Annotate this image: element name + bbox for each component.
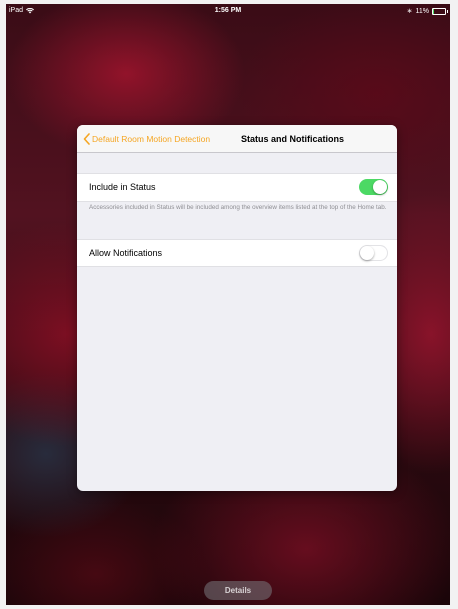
details-button[interactable]: Details [204, 581, 272, 600]
chevron-left-icon [83, 132, 90, 145]
ipad-screen: iPad 1:56 PM ∗ 11% Default Room Motion D… [6, 4, 450, 605]
allow-notifications-toggle[interactable] [359, 245, 388, 261]
device-frame: iPad 1:56 PM ∗ 11% Default Room Motion D… [0, 0, 458, 609]
allow-notifications-row: Allow Notifications [77, 239, 397, 267]
toggle-knob [373, 180, 387, 194]
battery-level-fill [433, 8, 435, 14]
back-button[interactable]: Default Room Motion Detection [83, 125, 210, 152]
nav-bar: Default Room Motion Detection Status and… [77, 125, 397, 153]
allow-notifications-label: Allow Notifications [89, 248, 163, 258]
toggle-knob [360, 246, 374, 260]
bluetooth-icon: ∗ [406, 8, 413, 15]
battery-percent: 11% [415, 7, 430, 15]
include-in-status-footnote: Accessories included in Status will be i… [89, 204, 387, 211]
back-button-label: Default Room Motion Detection [92, 133, 211, 144]
include-in-status-label: Include in Status [89, 182, 156, 192]
status-right: ∗ 11% [406, 7, 448, 15]
include-in-status-toggle[interactable] [359, 179, 388, 195]
status-bar: iPad 1:56 PM ∗ 11% [6, 4, 450, 18]
include-in-status-row: Include in Status [77, 173, 397, 202]
status-time: 1:56 PM [214, 7, 242, 14]
battery-icon [432, 7, 448, 15]
page-title: Status and Notifications [241, 133, 345, 144]
settings-sheet: Default Room Motion Detection Status and… [77, 125, 397, 491]
